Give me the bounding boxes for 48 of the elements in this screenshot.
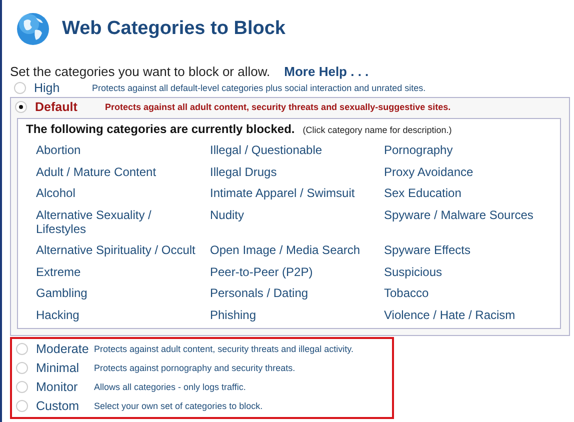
radio-button[interactable] <box>15 101 27 113</box>
page-title: Web Categories to Block <box>62 18 286 40</box>
radio-button[interactable] <box>16 343 28 355</box>
category-link[interactable]: Abortion <box>36 143 81 157</box>
blocked-heading: The following categories are currently blocked. <box>26 122 295 136</box>
category-link[interactable]: Nudity <box>210 208 244 236</box>
category-link[interactable]: Proxy Avoidance <box>384 164 474 178</box>
category-link[interactable]: Hacking <box>36 308 80 322</box>
category-link[interactable]: Peer-to-Peer (P2P) <box>210 264 313 278</box>
level-label[interactable]: High <box>34 81 92 95</box>
level-label[interactable]: Minimal <box>36 361 94 375</box>
level-description: Protects against pornography and security threats. <box>94 363 296 373</box>
category-link[interactable]: Suspicious <box>384 264 442 278</box>
category-link[interactable]: Phishing <box>210 308 256 322</box>
category-link[interactable]: Gambling <box>36 286 88 300</box>
level-label[interactable]: Monitor <box>36 380 94 394</box>
category-link[interactable]: Spyware / Malware Sources <box>384 208 534 236</box>
level-description: Select your own set of categories to block. <box>94 401 263 411</box>
instruction-text: Set the categories you want to block or allow. <box>10 64 270 79</box>
radio-button[interactable] <box>14 82 26 94</box>
category-link[interactable]: Intimate Apparel / Swimsuit <box>210 186 355 200</box>
category-link[interactable]: Violence / Hate / Racism <box>384 308 516 322</box>
category-link[interactable]: Pornography <box>384 143 453 157</box>
hint-text: (Click category name for description.) <box>302 125 452 135</box>
level-description: Allows all categories - only logs traffic. <box>94 382 246 392</box>
category-link[interactable]: Illegal / Questionable <box>210 143 322 157</box>
radio-button[interactable] <box>16 381 28 393</box>
level-description: Protects against all default-level categories plus social interaction and unrated sites. <box>92 83 426 93</box>
category-link[interactable]: Alternative Sexuality / Lifestyles <box>36 208 196 236</box>
category-link[interactable]: Tobacco <box>384 286 429 300</box>
category-link[interactable]: Illegal Drugs <box>210 164 277 178</box>
level-label[interactable]: Default <box>35 100 105 114</box>
category-link[interactable]: Spyware Effects <box>384 243 470 257</box>
radio-button[interactable] <box>16 400 28 412</box>
category-link[interactable]: Open Image / Media Search <box>210 243 360 257</box>
radio-button[interactable] <box>16 362 28 374</box>
category-link[interactable]: Alternative Spirituality / Occult <box>36 243 196 257</box>
more-help-link[interactable]: More Help . . . <box>284 64 369 79</box>
category-link[interactable]: Adult / Mature Content <box>36 164 156 178</box>
globe-icon <box>16 12 50 46</box>
category-link[interactable]: Alcohol <box>36 186 76 200</box>
category-link[interactable]: Sex Education <box>384 186 462 200</box>
category-link[interactable]: Extreme <box>36 264 81 278</box>
level-description: Protects against adult content, security threats and illegal activity. <box>94 344 354 354</box>
level-description: Protects against all adult content, security threats and sexually-suggestive sites. <box>105 102 451 112</box>
level-label[interactable]: Custom <box>36 399 94 413</box>
category-link[interactable]: Personals / Dating <box>210 286 308 300</box>
level-label[interactable]: Moderate <box>36 342 94 356</box>
